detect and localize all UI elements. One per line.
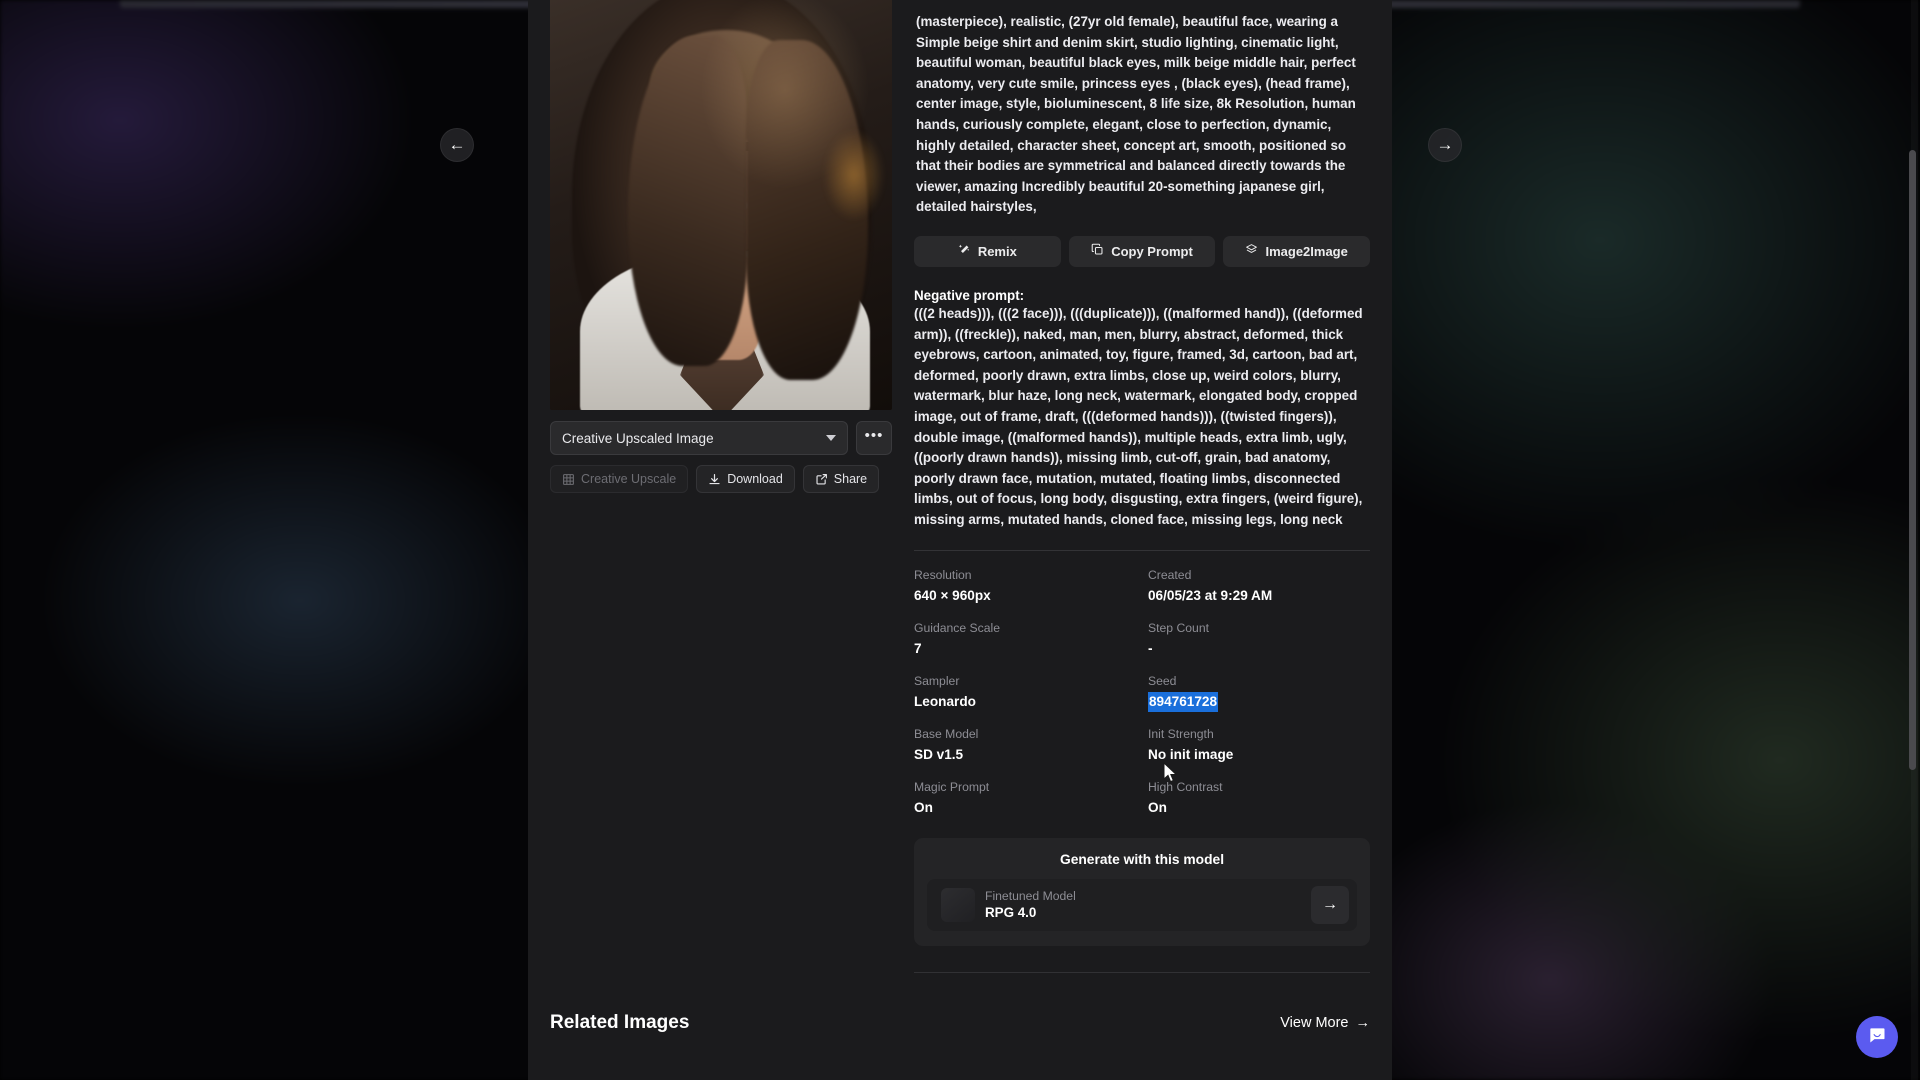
wand-icon: [958, 243, 971, 259]
metadata-cell: Base Model SD v1.5: [914, 726, 1136, 779]
creative-upscale-button[interactable]: Creative Upscale: [550, 465, 689, 493]
generate-model-row[interactable]: Finetuned Model RPG 4.0 →: [927, 879, 1357, 932]
image-variant-select[interactable]: Creative Upscaled Image: [550, 421, 848, 455]
metadata-label: Resolution: [914, 568, 972, 583]
share-label: Share: [833, 472, 868, 486]
generate-go-button[interactable]: →: [1311, 886, 1349, 925]
metadata-cell: Step Count -: [1148, 620, 1370, 673]
finetuned-model-label: Finetuned Model: [985, 889, 1076, 904]
model-thumbnail: [941, 888, 975, 923]
negative-prompt-text: (((2 heads))), (((2 face))), (((duplicat…: [914, 305, 1363, 527]
metadata-cell: Resolution 640 × 960px: [914, 567, 1136, 620]
prompt-text: (masterpiece), realistic, (27yr old fema…: [916, 14, 1356, 215]
generate-card-title: Generate with this model: [1059, 852, 1225, 868]
metadata-cell: Created 06/05/23 at 9:29 AM: [1148, 567, 1370, 620]
metadata-label: Magic Prompt: [914, 780, 990, 795]
metadata-value: 640 × 960px: [914, 588, 991, 604]
related-images-header: Related Images View More →: [528, 1012, 1392, 1034]
download-button[interactable]: Download: [696, 465, 795, 493]
more-options-button[interactable]: •••: [856, 421, 892, 455]
related-divider: [914, 972, 1370, 974]
image-variant-select-value: Creative Upscaled Image: [562, 430, 714, 446]
creative-upscale-label: Creative Upscale: [581, 472, 677, 486]
metadata-value: Leonardo: [914, 694, 976, 710]
arrow-right-icon: →: [1436, 135, 1454, 154]
metadata-label: Sampler: [914, 674, 960, 689]
arrow-right-icon: →: [1355, 1015, 1371, 1031]
negative-prompt-block: Negative prompt: (((2 heads))), (((2 fac…: [914, 288, 1370, 531]
metadata-label: High Contrast: [1148, 780, 1223, 795]
share-button[interactable]: Share: [802, 465, 880, 493]
upscale-icon: [562, 473, 575, 486]
negative-prompt-title: Negative prompt:: [914, 287, 1025, 303]
remix-label: Remix: [977, 243, 1017, 259]
metadata-value: 7: [914, 641, 922, 657]
metadata-value: On: [1148, 800, 1167, 816]
image2image-button[interactable]: Image2Image: [1223, 235, 1371, 267]
metadata-cell: Guidance Scale 7: [914, 620, 1136, 673]
metadata-label: Seed: [1148, 674, 1177, 689]
share-icon: [815, 473, 828, 486]
metadata-label: Base Model: [914, 727, 979, 742]
chevron-down-icon: [826, 435, 836, 441]
layers-icon: [1245, 243, 1258, 259]
image-action-buttons: Creative Upscale Download Share: [550, 465, 892, 493]
metadata-cell: Init Strength No init image: [1148, 726, 1370, 779]
download-icon: [708, 473, 721, 486]
metadata-cell: High Contrast On: [1148, 779, 1370, 832]
image-detail-modal: Creative Upscaled Image ••• Creative Ups…: [528, 0, 1392, 1080]
model-meta: Finetuned Model RPG 4.0: [985, 888, 1301, 922]
remix-button[interactable]: Remix: [914, 235, 1061, 267]
arrow-left-icon: ←: [448, 135, 466, 154]
copy-icon: [1091, 243, 1104, 259]
metadata-cell: Sampler Leonardo: [914, 673, 1136, 726]
view-more-label: View More: [1280, 1015, 1349, 1031]
metadata-label: Init Strength: [1148, 727, 1214, 742]
metadata-value: No init image: [1148, 747, 1234, 763]
page-scrollbar-thumb[interactable]: [1909, 150, 1916, 770]
view-more-button[interactable]: View More →: [1280, 1015, 1370, 1031]
generate-with-model-card: Generate with this model Finetuned Model…: [914, 838, 1370, 947]
metadata-grid: Resolution 640 × 960px Created 06/05/23 at …: [914, 551, 1370, 832]
copy-prompt-label: Copy Prompt: [1111, 243, 1193, 259]
metadata-value: -: [1148, 641, 1153, 657]
metadata-value[interactable]: 894761728: [1148, 692, 1219, 713]
image2image-label: Image2Image: [1265, 243, 1348, 259]
metadata-value: SD v1.5: [914, 747, 964, 763]
metadata-cell: Seed 894761728: [1148, 673, 1370, 726]
metadata-label: Guidance Scale: [914, 621, 1001, 636]
related-images-title: Related Images: [550, 1012, 690, 1033]
page-scrollbar[interactable]: [1909, 0, 1918, 1080]
metadata-value: 06/05/23 at 9:29 AM: [1148, 588, 1273, 604]
generated-image[interactable]: [550, 0, 892, 410]
metadata-label: Created: [1148, 568, 1192, 583]
prompt-action-buttons: Remix Copy Prompt Image2Image: [914, 235, 1371, 267]
variant-select-row: Creative Upscaled Image •••: [550, 421, 892, 455]
modal-scroll-area[interactable]: Creative Upscaled Image ••• Creative Ups…: [528, 0, 1392, 1080]
copy-prompt-button[interactable]: Copy Prompt: [1068, 235, 1216, 267]
arrow-right-icon: →: [1322, 896, 1338, 914]
metadata-value: On: [914, 800, 933, 816]
download-label: Download: [727, 472, 783, 486]
finetuned-model-name: RPG 4.0: [985, 905, 1037, 921]
metadata-cell: Magic Prompt On: [914, 779, 1136, 832]
image-column: Creative Upscaled Image ••• Creative Ups…: [550, 0, 892, 493]
chat-bubble-button[interactable]: [1856, 1016, 1898, 1058]
metadata-label: Step Count: [1148, 621, 1209, 636]
details-column: (masterpiece), realistic, (27yr old fema…: [914, 0, 1371, 974]
previous-image-button[interactable]: ←: [440, 128, 474, 162]
next-image-button[interactable]: →: [1428, 128, 1462, 162]
ellipsis-icon: •••: [864, 426, 884, 444]
chat-bubble-icon: [1867, 1025, 1887, 1050]
